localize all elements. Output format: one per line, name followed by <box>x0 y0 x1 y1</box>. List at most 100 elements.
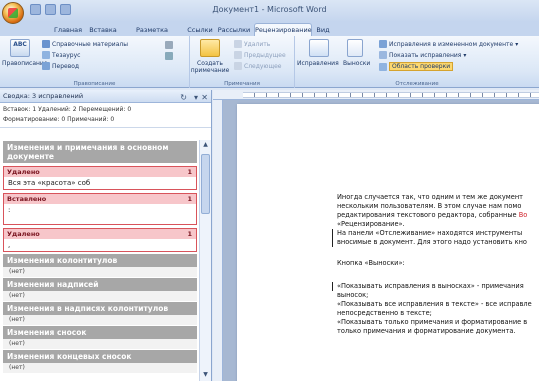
change-bar <box>332 229 333 247</box>
doc-line[interactable]: «Рецензирование». <box>337 220 405 229</box>
chevron-down-icon: ▾ <box>463 51 467 59</box>
revision-type: Удалено <box>7 168 40 176</box>
display-label: Исправления в измененном документе <box>389 40 514 48</box>
scroll-thumb[interactable] <box>201 154 210 214</box>
summary-line-2: Форматирование: 0 Примечаний: 0 <box>3 116 115 123</box>
doc-line[interactable]: нескольким пользователям. В этом случае … <box>337 202 521 211</box>
research-label: Справочные материалы <box>52 40 128 48</box>
section-none: (нет) <box>3 315 197 325</box>
previous-comment-button[interactable]: Предыдущее <box>234 51 286 59</box>
section-textboxes: Изменения надписей <box>3 278 197 291</box>
vertical-ruler[interactable] <box>213 100 223 381</box>
tab-view[interactable]: Вид <box>314 24 332 36</box>
window-title: Документ1 - Microsoft Word <box>212 5 327 14</box>
spelling-button[interactable]: Правописание <box>2 60 48 67</box>
thesaurus-label: Тезаурус <box>52 51 81 59</box>
thesaurus-button[interactable]: Тезаурус <box>42 51 80 59</box>
group-tracking: Исправления Выноски Исправления в измене… <box>295 36 539 88</box>
next-comment-button[interactable]: Следующее <box>234 62 282 70</box>
translate-button[interactable]: Перевод <box>42 62 79 70</box>
balloons-icon <box>347 39 363 57</box>
research-button[interactable]: Справочные материалы <box>42 40 128 48</box>
revision-text[interactable]: : <box>4 204 196 224</box>
section-footnotes: Изменения сносок <box>3 326 197 339</box>
reviewing-pane: Сводка: 3 исправлений ↻ ▾ ✕ Вставок: 1 У… <box>0 90 212 381</box>
track-changes-button[interactable]: Исправления <box>297 60 339 67</box>
show-markup-icon <box>379 51 387 59</box>
tab-home[interactable]: Главная <box>52 24 84 36</box>
tab-page-layout[interactable]: Разметка страницы <box>122 24 182 46</box>
document-page[interactable]: Иногда случается так, что одним и тем же… <box>237 104 539 381</box>
revision-item[interactable]: Удалено 1 , <box>3 228 197 252</box>
track-changes-label: Исправления <box>297 60 339 67</box>
section-none: (нет) <box>3 291 197 301</box>
spelling-icon: ABC <box>10 39 30 57</box>
ribbon: ABC Правописание Справочные материалы Те… <box>0 36 539 88</box>
delete-label: Удалить <box>244 40 271 48</box>
revision-item[interactable]: Вставлено 1 : <box>3 193 197 225</box>
new-comment-label: Создать примечание <box>190 60 230 74</box>
revision-header: Удалено 1 <box>4 167 196 177</box>
word-count-icon[interactable] <box>165 52 173 60</box>
translate-label: Перевод <box>52 62 80 70</box>
thesaurus-icon <box>42 51 50 59</box>
tab-review[interactable]: Рецензирование <box>254 23 312 36</box>
close-icon[interactable]: ✕ <box>201 91 208 104</box>
doc-line[interactable]: выносок; <box>337 291 368 300</box>
tab-insert[interactable]: Вставка <box>87 24 119 36</box>
new-comment-button[interactable]: Создать примечание <box>190 60 230 74</box>
section-none: (нет) <box>3 267 197 277</box>
revision-list: Изменения и примечания в основном докуме… <box>0 140 200 381</box>
doc-line[interactable]: Иногда случается так, что одним и тем же… <box>337 193 523 202</box>
pane-scrollbar[interactable]: ▲ ▼ <box>199 140 211 381</box>
tab-references[interactable]: Ссылки <box>186 24 214 36</box>
doc-line[interactable]: На панели «Отслеживание» находятся инстр… <box>337 229 522 238</box>
previous-label: Предыдущее <box>244 51 286 59</box>
revision-item[interactable]: Удалено 1 Вся эта «красота» соб <box>3 166 197 190</box>
ribbon-tabs: Главная Вставка Разметка страницы Ссылки… <box>0 22 539 46</box>
horizontal-ruler[interactable] <box>213 90 539 100</box>
pane-summary: Вставок: 1 Удалений: 2 Перемещений: 0 Фо… <box>0 103 211 128</box>
doc-line[interactable]: «Показывать только примечания и форматир… <box>337 318 527 327</box>
previous-icon <box>234 51 242 59</box>
section-headers: Изменения колонтитулов <box>3 254 197 267</box>
doc-line[interactable]: только примечания и форматирование докум… <box>337 327 516 336</box>
revision-type: Вставлено <box>7 195 47 203</box>
tab-mailings[interactable]: Рассылки <box>217 24 251 36</box>
display-icon <box>379 40 387 48</box>
delete-comment-icon <box>234 40 242 48</box>
delete-comment-button[interactable]: Удалить <box>234 40 270 48</box>
refresh-icon[interactable]: ↻ <box>180 91 187 104</box>
lang-icon[interactable] <box>165 41 173 49</box>
pane-title: Сводка: 3 исправлений <box>3 92 84 100</box>
revision-number: 1 <box>187 168 192 176</box>
pane-options-icon[interactable]: ▾ <box>194 91 198 104</box>
doc-line-text: редактирования текстового редактора, соб… <box>337 211 519 219</box>
doc-line[interactable]: вносимые в документ. Для этого надо уста… <box>337 238 527 247</box>
balloons-button[interactable]: Выноски <box>343 60 370 67</box>
group-comments: Создать примечание Удалить Предыдущее Сл… <box>190 36 295 88</box>
office-button[interactable] <box>2 2 24 24</box>
balloons-label: Выноски <box>343 60 371 67</box>
track-changes-icon <box>309 39 329 57</box>
section-main-document: Изменения и примечания в основном докуме… <box>3 141 197 163</box>
title-bar: Документ1 - Microsoft Word <box>0 0 539 24</box>
revision-text[interactable]: Вся эта «красота» соб <box>4 177 196 189</box>
group-proofing-label: Правописание <box>73 81 116 87</box>
revision-header: Удалено 1 <box>4 229 196 239</box>
doc-line[interactable]: «Показывать все исправления в тексте» - … <box>337 300 532 309</box>
doc-line[interactable]: непосредственно в тексте; <box>337 309 432 318</box>
new-comment-icon <box>200 39 220 57</box>
doc-line[interactable]: Кнопка «Выноски»: <box>337 259 405 268</box>
scroll-up-icon[interactable]: ▲ <box>201 141 210 150</box>
display-for-review-select[interactable]: Исправления в измененном документе ▾ <box>379 40 518 48</box>
reviewing-pane-button[interactable]: Область проверки <box>379 62 454 71</box>
revision-text[interactable]: , <box>4 239 196 251</box>
revision-number: 1 <box>187 195 192 203</box>
doc-line[interactable]: «Показывать исправления в выносках» - пр… <box>337 282 524 291</box>
doc-line[interactable]: редактирования текстового редактора, соб… <box>337 211 527 220</box>
pane-header: Сводка: 3 исправлений ↻ ▾ ✕ <box>0 90 211 103</box>
show-markup-button[interactable]: Показать исправления ▾ <box>379 51 466 59</box>
next-label: Следующее <box>244 62 282 70</box>
scroll-down-icon[interactable]: ▼ <box>201 371 210 380</box>
